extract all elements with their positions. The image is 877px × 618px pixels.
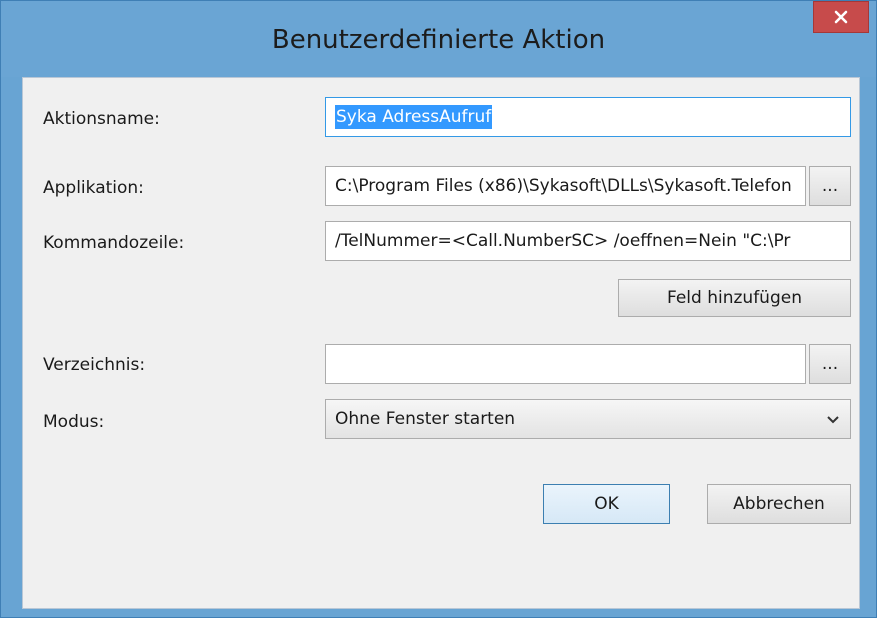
directory-label: Verzeichnis: (43, 355, 146, 375)
action-name-label: Aktionsname: (43, 109, 160, 129)
command-line-label: Kommandozeile: (43, 233, 185, 253)
directory-input[interactable] (325, 344, 806, 384)
dialog-window: Benutzerdefinierte Aktion Aktionsname: S… (0, 0, 877, 618)
close-icon (834, 10, 848, 24)
mode-selected-value: Ohne Fenster starten (335, 409, 516, 429)
cancel-button[interactable]: Abbrechen (707, 484, 851, 524)
mode-select[interactable]: Ohne Fenster starten (325, 399, 851, 439)
chevron-down-icon (827, 416, 839, 424)
window-title: Benutzerdefinierte Aktion (271, 25, 606, 55)
application-input[interactable]: C:\Program Files (x86)\Sykasoft\DLLs\Syk… (325, 166, 806, 206)
mode-label: Modus: (43, 412, 105, 432)
action-name-value: Syka AdressAufruf (335, 105, 493, 129)
directory-browse-button[interactable]: ... (809, 344, 851, 384)
title-bar[interactable]: Benutzerdefinierte Aktion (1, 1, 876, 77)
application-browse-button[interactable]: ... (809, 166, 851, 206)
close-button[interactable] (813, 1, 869, 33)
add-field-button[interactable]: Feld hinzufügen (618, 279, 851, 317)
command-line-input[interactable]: /TelNummer=<Call.NumberSC> /oeffnen=Nein… (325, 221, 851, 261)
ok-button[interactable]: OK (543, 484, 670, 524)
application-label: Applikation: (43, 178, 144, 198)
action-name-input[interactable]: Syka AdressAufruf (325, 97, 851, 137)
dialog-body: Aktionsname: Syka AdressAufruf Applikati… (22, 77, 860, 609)
